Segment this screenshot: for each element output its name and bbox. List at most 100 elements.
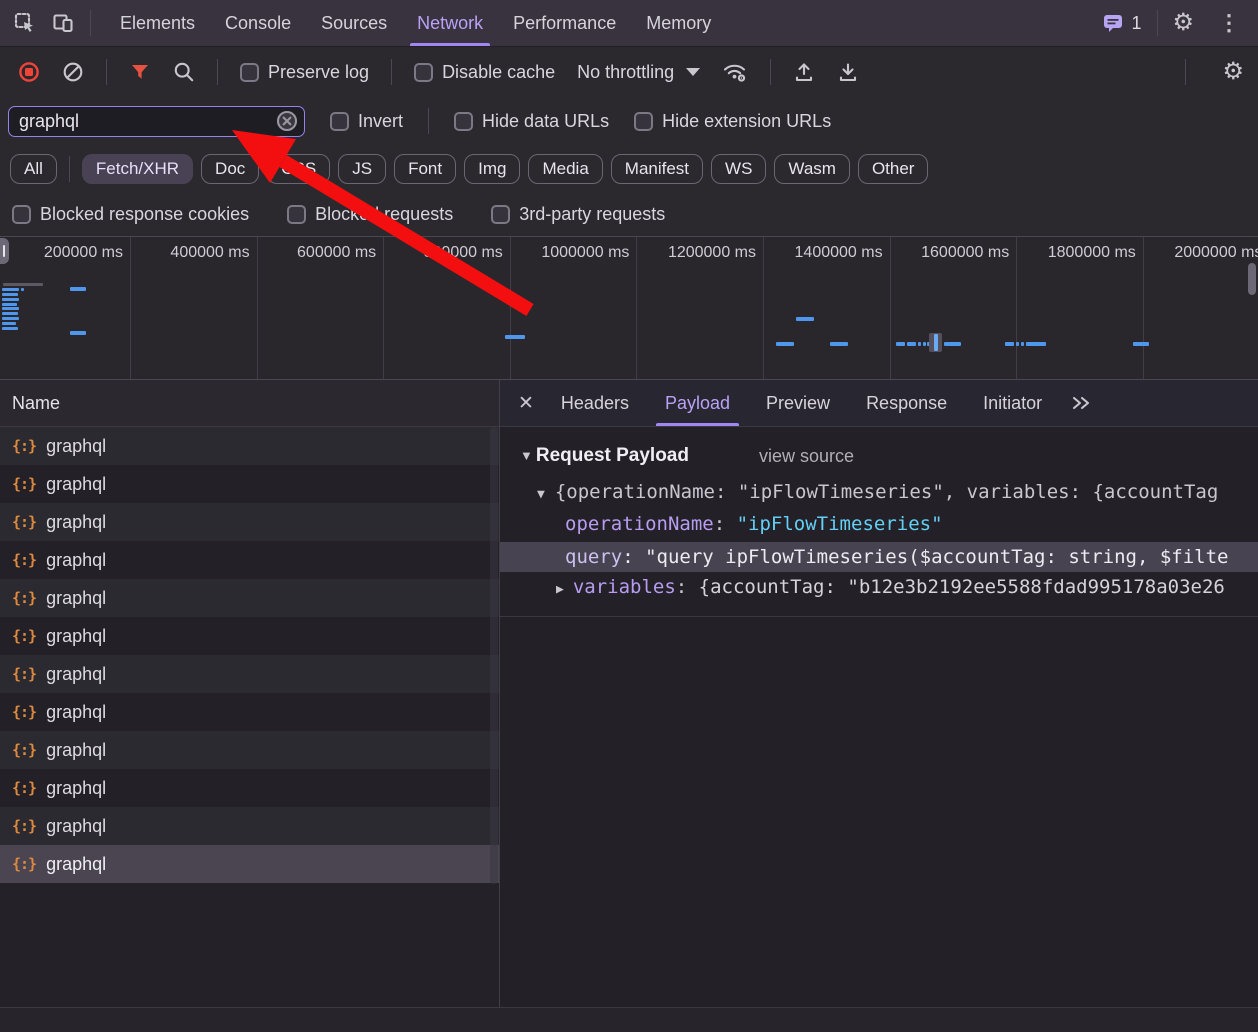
- request-row[interactable]: {:}graphql: [0, 693, 499, 731]
- detail-tab-payload[interactable]: Payload: [662, 380, 733, 426]
- tab-performance[interactable]: Performance: [498, 0, 631, 46]
- request-row[interactable]: {:}graphql: [0, 617, 499, 655]
- payload-entry-variables[interactable]: ▶variables: {accountTag: "b12e3b2192ee55…: [500, 572, 1258, 602]
- name-column-header[interactable]: Name: [0, 380, 499, 427]
- filter-pill-wasm[interactable]: Wasm: [774, 154, 850, 184]
- json-string-value: "ipFlowTimeseries": [737, 513, 943, 535]
- filter-pill-font[interactable]: Font: [394, 154, 456, 184]
- inspect-element-icon[interactable]: [14, 12, 36, 34]
- triangle-expanded-icon[interactable]: ▼: [520, 440, 533, 472]
- request-list-scrollbar[interactable]: [490, 427, 498, 884]
- timeline-gridline: [130, 237, 131, 379]
- request-row[interactable]: {:}graphql: [0, 503, 499, 541]
- message-bubble-icon: [1102, 13, 1124, 33]
- view-source-link[interactable]: view source: [759, 440, 854, 472]
- export-har-icon[interactable]: [837, 61, 859, 83]
- request-row[interactable]: {:}graphql: [0, 731, 499, 769]
- search-icon[interactable]: [173, 61, 195, 83]
- braces-json-icon: {:}: [12, 741, 36, 759]
- details-tabs: Headers Payload Preview Response Initiator: [558, 380, 1045, 426]
- request-row[interactable]: {:}graphql: [0, 579, 499, 617]
- request-timing-bar: [1005, 342, 1014, 346]
- throttling-dropdown[interactable]: No throttling: [577, 62, 700, 83]
- request-row[interactable]: {:}graphql: [0, 465, 499, 503]
- preserve-log-checkbox[interactable]: Preserve log: [240, 62, 369, 83]
- filter-pill-all[interactable]: All: [10, 154, 57, 184]
- filter-pill-ws[interactable]: WS: [711, 154, 766, 184]
- settings-gear-icon[interactable]: ⚙: [1172, 11, 1194, 35]
- divider: [1185, 59, 1186, 85]
- record-network-log-button[interactable]: [18, 61, 40, 83]
- tab-sources[interactable]: Sources: [306, 0, 402, 46]
- request-row[interactable]: {:}graphql: [0, 769, 499, 807]
- timeline-gridline: [763, 237, 764, 379]
- third-party-requests-checkbox[interactable]: 3rd-party requests: [491, 204, 665, 225]
- network-main-area: Name {:}graphql{:}graphql{:}graphql{:}gr…: [0, 380, 1258, 1008]
- filter-pill-img[interactable]: Img: [464, 154, 520, 184]
- request-row[interactable]: {:}graphql: [0, 541, 499, 579]
- more-tabs-chevron-icon[interactable]: [1071, 393, 1091, 413]
- request-row[interactable]: {:}graphql: [0, 427, 499, 465]
- network-overview-timeline[interactable]: 200000 ms400000 ms600000 ms800000 ms1000…: [0, 236, 1258, 380]
- request-name: graphql: [46, 664, 106, 685]
- filter-pill-other[interactable]: Other: [858, 154, 929, 184]
- tab-console[interactable]: Console: [210, 0, 306, 46]
- detail-tab-initiator[interactable]: Initiator: [980, 380, 1045, 426]
- disable-cache-checkbox[interactable]: Disable cache: [414, 62, 555, 83]
- chevron-down-icon: [686, 68, 700, 76]
- name-column-label: Name: [12, 393, 60, 414]
- hide-extension-urls-checkbox[interactable]: Hide extension URLs: [634, 111, 831, 132]
- timeline-scroll-handle-right[interactable]: [1248, 263, 1256, 295]
- console-messages-indicator[interactable]: 1: [1102, 13, 1141, 34]
- request-rows: {:}graphql{:}graphql{:}graphql{:}graphql…: [0, 427, 499, 883]
- filter-pill-manifest[interactable]: Manifest: [611, 154, 703, 184]
- message-count: 1: [1131, 13, 1141, 34]
- timeline-tick-label: 1800000 ms: [1048, 244, 1136, 262]
- detail-tab-preview[interactable]: Preview: [763, 380, 833, 426]
- triangle-expanded-icon[interactable]: ▼: [537, 487, 545, 502]
- filter-funnel-icon[interactable]: [129, 62, 151, 82]
- clear-network-log-button[interactable]: [62, 61, 84, 83]
- blocked-requests-checkbox[interactable]: Blocked requests: [287, 204, 453, 225]
- tab-memory[interactable]: Memory: [631, 0, 726, 46]
- filter-pill-css[interactable]: CSS: [267, 154, 330, 184]
- invert-checkbox[interactable]: Invert: [330, 111, 403, 132]
- request-row[interactable]: {:}graphql: [0, 807, 499, 845]
- request-timing-bar: [70, 331, 86, 335]
- triangle-collapsed-icon[interactable]: ▶: [556, 582, 564, 597]
- filter-pill-media[interactable]: Media: [528, 154, 602, 184]
- timeline-tick-label: 2000000 ms: [1174, 244, 1258, 262]
- device-toolbar-icon[interactable]: [52, 12, 74, 34]
- request-row[interactable]: {:}graphql: [0, 845, 499, 883]
- network-filter-input[interactable]: [8, 106, 305, 137]
- timeline-gridline: [257, 237, 258, 379]
- network-settings-gear-icon[interactable]: ⚙: [1222, 60, 1244, 84]
- payload-panel: ▼ Request Payload view source ▼{operatio…: [500, 427, 1258, 1008]
- filter-pill-doc[interactable]: Doc: [201, 154, 259, 184]
- checkbox: [240, 63, 259, 82]
- request-timing-bar: [2, 317, 19, 320]
- braces-json-icon: {:}: [12, 475, 36, 493]
- payload-root-row[interactable]: ▼{operationName: "ipFlowTimeseries", var…: [500, 476, 1258, 508]
- import-har-icon[interactable]: [793, 61, 815, 83]
- request-payload-section[interactable]: ▼ Request Payload view source: [500, 440, 1258, 472]
- tab-network[interactable]: Network: [402, 0, 498, 46]
- request-timing-bar: [21, 288, 24, 291]
- payload-entry-query-selected[interactable]: query: "query ipFlowTimeseries($accountT…: [500, 542, 1258, 572]
- detail-tab-response[interactable]: Response: [863, 380, 950, 426]
- key-value-separator: :: [714, 513, 737, 535]
- filter-pill-fetch-xhr[interactable]: Fetch/XHR: [82, 154, 193, 184]
- payload-entry-operation-name[interactable]: operationName: "ipFlowTimeseries": [500, 508, 1258, 540]
- tab-elements[interactable]: Elements: [105, 0, 210, 46]
- request-row[interactable]: {:}graphql: [0, 655, 499, 693]
- hide-data-urls-checkbox[interactable]: Hide data URLs: [454, 111, 609, 132]
- filter-pill-js[interactable]: JS: [338, 154, 386, 184]
- blocked-response-cookies-checkbox[interactable]: Blocked response cookies: [12, 204, 249, 225]
- clear-filter-icon[interactable]: [276, 110, 298, 132]
- detail-tab-headers[interactable]: Headers: [558, 380, 632, 426]
- close-details-icon[interactable]: ✕: [518, 394, 534, 413]
- more-options-kebab-icon[interactable]: ⋮: [1212, 12, 1246, 34]
- braces-json-icon: {:}: [12, 817, 36, 835]
- timeline-scroll-handle-left[interactable]: [0, 238, 9, 264]
- network-conditions-icon[interactable]: [722, 61, 748, 83]
